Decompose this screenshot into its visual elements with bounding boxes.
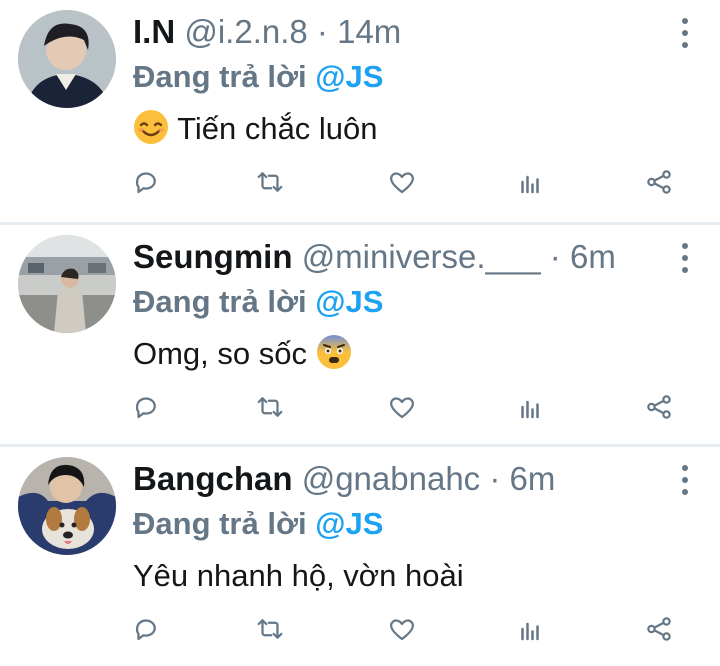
display-name[interactable]: Bangchan [133, 460, 293, 497]
replying-to-label: Đang trả lời [133, 506, 307, 541]
display-name[interactable]: Seungmin [133, 238, 293, 275]
user-handle[interactable]: @i.2.n.8 [184, 13, 307, 50]
tweet-header: Seungmin @miniverse.___ · 6m [133, 237, 660, 277]
tweet-text: Tiến chắc luôn [133, 107, 378, 151]
retweet-icon[interactable] [248, 385, 292, 429]
analytics-icon[interactable] [508, 607, 552, 651]
display-name[interactable]: I.N [133, 13, 175, 50]
tweet-actions [0, 385, 720, 429]
more-options-icon[interactable] [678, 243, 692, 273]
replying-to-label: Đang trả lời [133, 284, 307, 319]
share-icon[interactable] [637, 607, 681, 651]
avatar[interactable] [18, 235, 116, 333]
like-icon[interactable] [380, 607, 424, 651]
smiling-face-emoji [133, 109, 169, 145]
separator: · [316, 13, 328, 50]
avatar[interactable] [18, 457, 116, 555]
analytics-icon[interactable] [508, 385, 552, 429]
share-icon[interactable] [637, 160, 681, 204]
replying-to: Đang trả lời @JS [133, 282, 383, 322]
timestamp[interactable]: 6m [570, 238, 616, 275]
avatar[interactable] [18, 10, 116, 108]
reply-icon[interactable] [124, 385, 168, 429]
user-handle[interactable]: @gnabnahc [302, 460, 480, 497]
tweet-actions [0, 160, 720, 204]
retweet-icon[interactable] [248, 607, 292, 651]
reply-icon[interactable] [124, 607, 168, 651]
timestamp[interactable]: 14m [337, 13, 401, 50]
separator: · [489, 460, 501, 497]
tweet-body-text: Omg, so sốc [133, 336, 307, 371]
tweet[interactable]: Seungmin @miniverse.___ · 6m Đang trả lờ… [0, 222, 720, 444]
reply-icon[interactable] [124, 160, 168, 204]
more-options-icon[interactable] [678, 18, 692, 48]
tweet-body-text: Yêu nhanh hộ, vờn hoài [133, 558, 464, 593]
mention-link[interactable]: @JS [315, 59, 383, 94]
retweet-icon[interactable] [248, 160, 292, 204]
like-icon[interactable] [380, 160, 424, 204]
tweet-header: I.N @i.2.n.8 · 14m [133, 12, 660, 52]
tweet[interactable]: Bangchan @gnabnahc · 6m Đang trả lời @JS… [0, 444, 720, 666]
anxious-face-emoji [316, 334, 352, 370]
tweet-text: Omg, so sốc [133, 332, 352, 376]
mention-link[interactable]: @JS [315, 506, 383, 541]
share-icon[interactable] [637, 385, 681, 429]
tweet[interactable]: I.N @i.2.n.8 · 14m Đang trả lời @JS Tiến… [0, 0, 720, 222]
replying-to-label: Đang trả lời [133, 59, 307, 94]
replying-to: Đang trả lời @JS [133, 504, 383, 544]
mention-link[interactable]: @JS [315, 284, 383, 319]
analytics-icon[interactable] [508, 160, 552, 204]
more-options-icon[interactable] [678, 465, 692, 495]
tweet-text: Yêu nhanh hộ, vờn hoài [133, 554, 464, 598]
tweet-body-text: Tiến chắc luôn [177, 111, 378, 146]
like-icon[interactable] [380, 385, 424, 429]
timestamp[interactable]: 6m [510, 460, 556, 497]
tweet-header: Bangchan @gnabnahc · 6m [133, 459, 660, 499]
user-handle[interactable]: @miniverse.___ [302, 238, 541, 275]
replying-to: Đang trả lời @JS [133, 57, 383, 97]
separator: · [549, 238, 561, 275]
tweet-actions [0, 607, 720, 651]
